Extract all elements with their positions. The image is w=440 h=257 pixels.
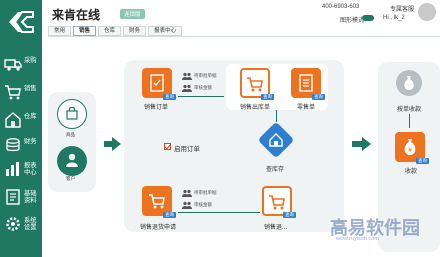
collect-label: 收款 [405,169,418,175]
sidebar-item-label: 仓库 [24,113,37,120]
flow-arrow-right [112,137,121,151]
sidebar-item-label: 系统设置 [24,217,37,231]
query-badge[interactable]: 查询 [312,94,325,100]
coin-icon [6,138,20,152]
tab-bar: 常用 销售 仓库 财务 报表中心 [48,26,183,36]
document-icon [6,189,20,205]
mode-toggle[interactable] [362,15,374,21]
phone-number: 400-6903-603 [322,4,360,10]
help-link[interactable]: 专属客服 [390,4,414,13]
cart-icon [5,85,21,100]
cart-icon [247,77,263,92]
sidebar-item-label: 基础资料 [24,190,37,204]
home-icon [269,133,283,147]
collect-by-order-label: 按单收款 [397,107,422,113]
sidebar: 采购 销售 仓库 财务 报表中心 基础资料 系统设置 [0,0,42,257]
sidebar-item-label: 采购 [24,57,37,64]
sales-return-request-label: 销售退货申请 [140,225,177,231]
user-greeting[interactable]: Hi , lk_2 [383,15,405,21]
money-bag-icon [404,76,414,90]
warehouse-label: 查库存 [266,167,285,173]
bag-icon [66,106,78,120]
users-icon [182,72,192,80]
connector-line [178,96,224,97]
approve-amount-label: 审核金额 [194,202,212,207]
tab-warehouse[interactable]: 仓库 [98,26,122,36]
connector-line [409,114,410,128]
truck-icon [4,59,22,71]
enable-order-label: 启用订单 [174,146,200,153]
sidebar-item-label: 报表中心 [24,162,37,176]
receipt-icon [299,74,313,92]
query-badge[interactable]: 查询 [163,212,176,218]
edition-badge: 连锁版 [120,9,145,19]
person-icon [66,153,78,167]
retail-label: 零售单 [297,105,316,111]
query-badge[interactable]: 查询 [416,158,429,164]
page-title: 来肯在线 [52,8,101,22]
tab-finance[interactable]: 财务 [123,26,147,36]
sales-return-label: 销售退... [264,225,288,231]
connector-line [178,212,260,213]
tab-common[interactable]: 常用 [48,26,72,36]
gear-icon [6,217,20,231]
arrow-stem [352,141,362,147]
query-badge[interactable]: 查询 [163,94,176,100]
tab-divider [48,36,440,37]
mode-label: 图形模式 [340,18,365,24]
query-badge[interactable]: 查询 [283,212,296,218]
order-icon [150,74,164,92]
sidebar-item-system-settings[interactable]: 系统设置 [0,210,42,240]
sidebar-item-label: 销售 [24,85,37,92]
sales-order-label: 销售订单 [144,105,169,111]
cart-icon [149,194,165,209]
sidebar-item-sales[interactable]: 销售 [0,78,42,108]
users-icon [182,189,192,197]
approve-amount-label: 审核金额 [194,85,212,90]
avatar[interactable] [418,3,436,21]
sidebar-item-reports[interactable]: 报表中心 [0,155,42,185]
customer-node[interactable] [57,146,87,176]
logo-icon [9,11,34,33]
pending-approval-label: 待审批单据 [194,190,217,195]
sidebar-item-basic-data[interactable]: 基础资料 [0,183,42,213]
flow-arrow-right [362,137,371,151]
money-bag-icon: ¥ [404,139,416,155]
pending-approval-label: 待审批单据 [194,73,217,78]
users-icon [182,201,192,209]
tab-reports[interactable]: 报表中心 [148,26,183,36]
sidebar-item-label: 财务 [24,138,37,145]
query-badge[interactable]: 查询 [261,94,274,100]
goods-label: 商品 [66,132,75,137]
cart-icon [269,195,285,210]
tab-sales[interactable]: 销售 [73,26,97,36]
arrow-stem [104,141,112,147]
users-icon [182,84,192,92]
goods-node[interactable] [57,99,87,129]
customer-label: 客户 [66,176,75,181]
warehouse-icon [5,112,21,128]
sales-outbound-label: 销售出库单 [240,105,271,111]
chart-icon [6,162,19,176]
watermark-url: www.ruyisoft.com [336,236,379,242]
enable-order-checkbox[interactable] [164,143,171,150]
collect-by-order-node[interactable] [396,70,422,96]
connector-line [276,110,277,122]
sidebar-item-purchase[interactable]: 采购 [0,50,42,80]
